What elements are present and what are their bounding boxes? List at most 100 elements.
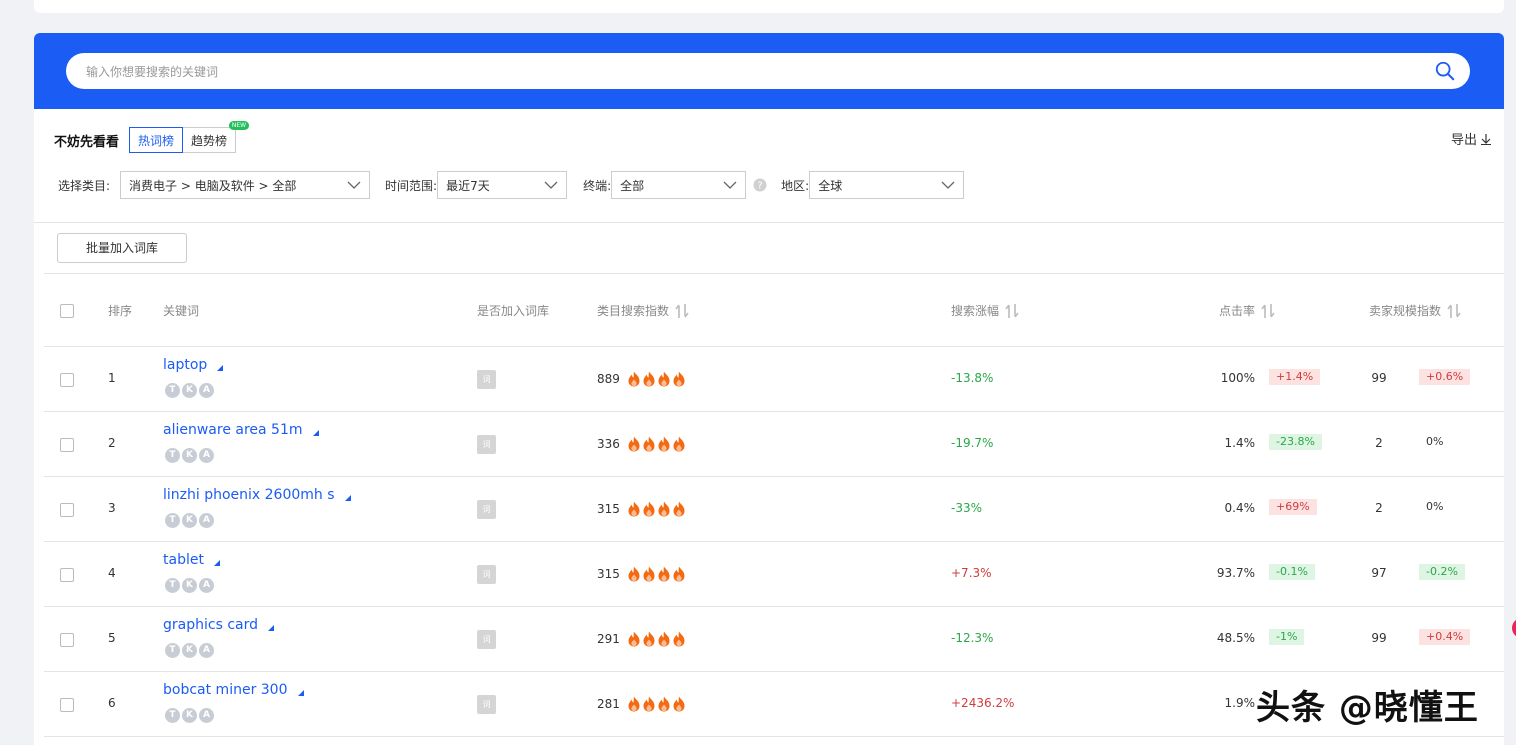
keyword-text: linzhi phoenix 2600mh s [163, 487, 335, 503]
fire-icon [673, 501, 685, 517]
sort-icon [675, 303, 689, 318]
add-to-dict-button[interactable]: 词 [477, 500, 496, 519]
row-rank: 3 [108, 501, 116, 515]
new-badge: NEW [228, 121, 250, 130]
board-label: 不妨先看看 [54, 134, 120, 150]
row-checkbox[interactable] [60, 438, 74, 452]
add-to-dict-button[interactable]: 词 [477, 630, 496, 649]
row-rank: 1 [108, 371, 116, 385]
keyword-text: tablet [163, 552, 204, 568]
add-to-dict-button[interactable]: 词 [477, 370, 496, 389]
add-to-dict-button[interactable]: 词 [477, 695, 496, 714]
fire-icon [628, 501, 640, 517]
seller-change: -0.2% [1419, 564, 1465, 580]
header-search-growth[interactable]: 搜索涨幅 [951, 302, 1019, 319]
source-badges: TKA [165, 513, 214, 528]
row-checkbox[interactable] [60, 633, 74, 647]
badge-a-icon: A [199, 708, 214, 723]
fire-icon [643, 371, 655, 387]
watermark: 头条 @晓懂王 [1256, 688, 1479, 728]
badge-t-icon: T [165, 708, 180, 723]
add-to-dict-button[interactable]: 词 [477, 565, 496, 584]
keyword-text: laptop [163, 357, 208, 373]
select-all-checkbox[interactable] [60, 304, 74, 318]
fire-icon [658, 436, 670, 452]
search-index-cell: 281 [597, 696, 686, 712]
header-seller-index[interactable]: 卖家规模指数 [1369, 302, 1461, 319]
ctr-value: 1.4% [1224, 436, 1256, 450]
floating-button[interactable] [1512, 618, 1516, 638]
search-banner [34, 33, 1504, 109]
fire-icon [628, 631, 640, 647]
seller-change: 0% [1426, 435, 1444, 448]
terminal-value: 全部 [620, 178, 645, 193]
triangle-icon [217, 365, 224, 371]
fire-icon [658, 371, 670, 387]
row-rank: 4 [108, 566, 116, 580]
keyword-link[interactable]: linzhi phoenix 2600mh s [163, 487, 351, 503]
fire-icon [658, 501, 670, 517]
batch-add-button[interactable]: 批量加入词库 [57, 233, 187, 263]
row-rank: 6 [108, 696, 116, 710]
add-to-dict-button[interactable]: 词 [477, 435, 496, 454]
source-badges: TKA [165, 448, 214, 463]
search-growth-value: -13.8% [951, 371, 994, 385]
region-select[interactable]: 全球 [809, 171, 965, 199]
category-select[interactable]: 消费电子 > 电脑及软件 > 全部 [120, 171, 371, 199]
triangle-icon [268, 625, 274, 631]
time-select[interactable]: 最近7天 [437, 171, 568, 199]
row-checkbox[interactable] [60, 503, 74, 517]
fire-icon [643, 696, 655, 712]
search-index-cell: 291 [597, 631, 686, 647]
table-header: 排序 关键词 是否加入词库 类目搜索指数 搜索涨幅 点击率 卖家规模指数 [44, 273, 1504, 347]
search-input[interactable] [84, 53, 1418, 91]
keyword-link[interactable]: alienware area 51m [163, 422, 319, 438]
header-search-index[interactable]: 类目搜索指数 [597, 302, 689, 319]
tab-trends[interactable]: 趋势榜 NEW [183, 121, 250, 153]
fire-icon [643, 436, 655, 452]
keyword-link[interactable]: laptop [163, 357, 224, 373]
fire-icon [628, 371, 640, 387]
keyword-link[interactable]: bobcat miner 300 [163, 682, 304, 698]
ctr-value: 100% [1220, 371, 1255, 385]
badge-a-icon: A [199, 643, 214, 658]
badge-k-icon: K [182, 383, 197, 398]
header-ctr[interactable]: 点击率 [1219, 302, 1275, 319]
badge-k-icon: K [182, 708, 197, 723]
ctr-value: 1.9% [1224, 696, 1256, 710]
keyword-link[interactable]: tablet [163, 552, 220, 568]
row-checkbox[interactable] [60, 698, 74, 712]
header-search-index-label: 类目搜索指数 [597, 304, 670, 318]
badge-t-icon: T [165, 578, 180, 593]
search-icon[interactable] [1434, 60, 1456, 82]
sort-icon [1005, 303, 1019, 318]
ctr-value: 0.4% [1224, 501, 1256, 515]
badge-k-icon: K [182, 513, 197, 528]
heat-icons [627, 696, 686, 712]
search-index-cell: 315 [597, 501, 686, 517]
search-growth-value: -19.7% [951, 436, 994, 450]
heat-icons [627, 371, 686, 387]
search-index-value: 889 [597, 372, 620, 386]
terminal-select[interactable]: 全部 [611, 171, 747, 199]
row-checkbox[interactable] [60, 373, 74, 387]
source-badges: TKA [165, 643, 214, 658]
keyword-link[interactable]: graphics card [163, 617, 274, 633]
svg-text:?: ? [757, 181, 762, 192]
keyword-panel: 不妨先看看 热词榜 趋势榜 NEW 导出 选择类目: 消费电子 > 电脑及软件 … [34, 33, 1504, 745]
help-icon[interactable]: ? [753, 178, 767, 192]
row-checkbox[interactable] [60, 568, 74, 582]
keyword-text: bobcat miner 300 [163, 682, 288, 698]
tab-hot-words[interactable]: 热词榜 [129, 127, 184, 153]
search-growth-value: -33% [951, 501, 983, 515]
search-index-value: 315 [597, 567, 620, 581]
chevron-down-icon [723, 181, 737, 189]
search-growth-value: +2436.2% [951, 696, 1015, 710]
seller-index-value: 99 [1371, 371, 1387, 385]
board-switch: 不妨先看看 热词榜 趋势榜 NEW [54, 121, 250, 155]
heat-icons [627, 501, 686, 517]
export-button[interactable]: 导出 [1451, 129, 1492, 148]
search-growth-value: +7.3% [951, 566, 992, 580]
search-index-value: 291 [597, 632, 620, 646]
triangle-icon [312, 430, 319, 436]
